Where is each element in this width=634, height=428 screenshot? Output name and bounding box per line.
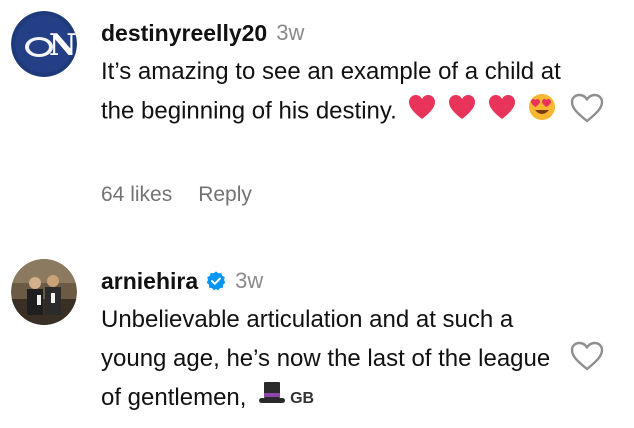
heart-icon <box>488 93 516 132</box>
timestamp: 3w <box>276 20 305 45</box>
avatar[interactable] <box>11 259 77 325</box>
username[interactable]: arniehira <box>101 268 198 295</box>
likes-count[interactable]: 64 likes <box>101 183 172 207</box>
like-button[interactable] <box>570 341 604 371</box>
comment-text: It’s amazing to see an example of a chil… <box>101 52 564 133</box>
verified-badge-icon <box>206 271 226 291</box>
comment-body: arniehira 3w Unbelievable articulation a… <box>101 264 564 418</box>
profile-photo <box>11 259 77 325</box>
comment-header: destinyreelly20 3w <box>101 16 564 50</box>
avatar[interactable]: NY <box>11 11 77 77</box>
like-button[interactable] <box>570 93 604 123</box>
svg-text:NY: NY <box>49 28 77 63</box>
timestamp: 3w <box>235 268 264 293</box>
comment-header: arniehira 3w <box>101 264 564 298</box>
comment-body: destinyreelly20 3w It’s amazing to see a… <box>101 16 564 133</box>
heart-outline-icon <box>570 341 604 371</box>
ny-yankees-logo-icon: NY <box>11 11 77 77</box>
comment-item: NY destinyreelly20 3w It’s amazing to se… <box>0 0 634 225</box>
top-hat-emoji <box>258 379 286 418</box>
heart-eyes-emoji <box>527 91 557 133</box>
heart-icon <box>408 93 436 132</box>
heart-icon <box>448 93 476 132</box>
comment-text: Unbelievable articulation and at such a … <box>101 300 564 418</box>
comment-text-content: Unbelievable articulation and at such a … <box>101 306 551 411</box>
comment-item: arniehira 3w Unbelievable articulation a… <box>0 248 634 428</box>
reply-button[interactable]: Reply <box>198 183 252 207</box>
heart-outline-icon <box>570 93 604 123</box>
comment-meta: 64 likes Reply <box>101 183 252 207</box>
username[interactable]: destinyreelly20 <box>101 20 267 47</box>
flag-label: GB <box>290 390 315 408</box>
